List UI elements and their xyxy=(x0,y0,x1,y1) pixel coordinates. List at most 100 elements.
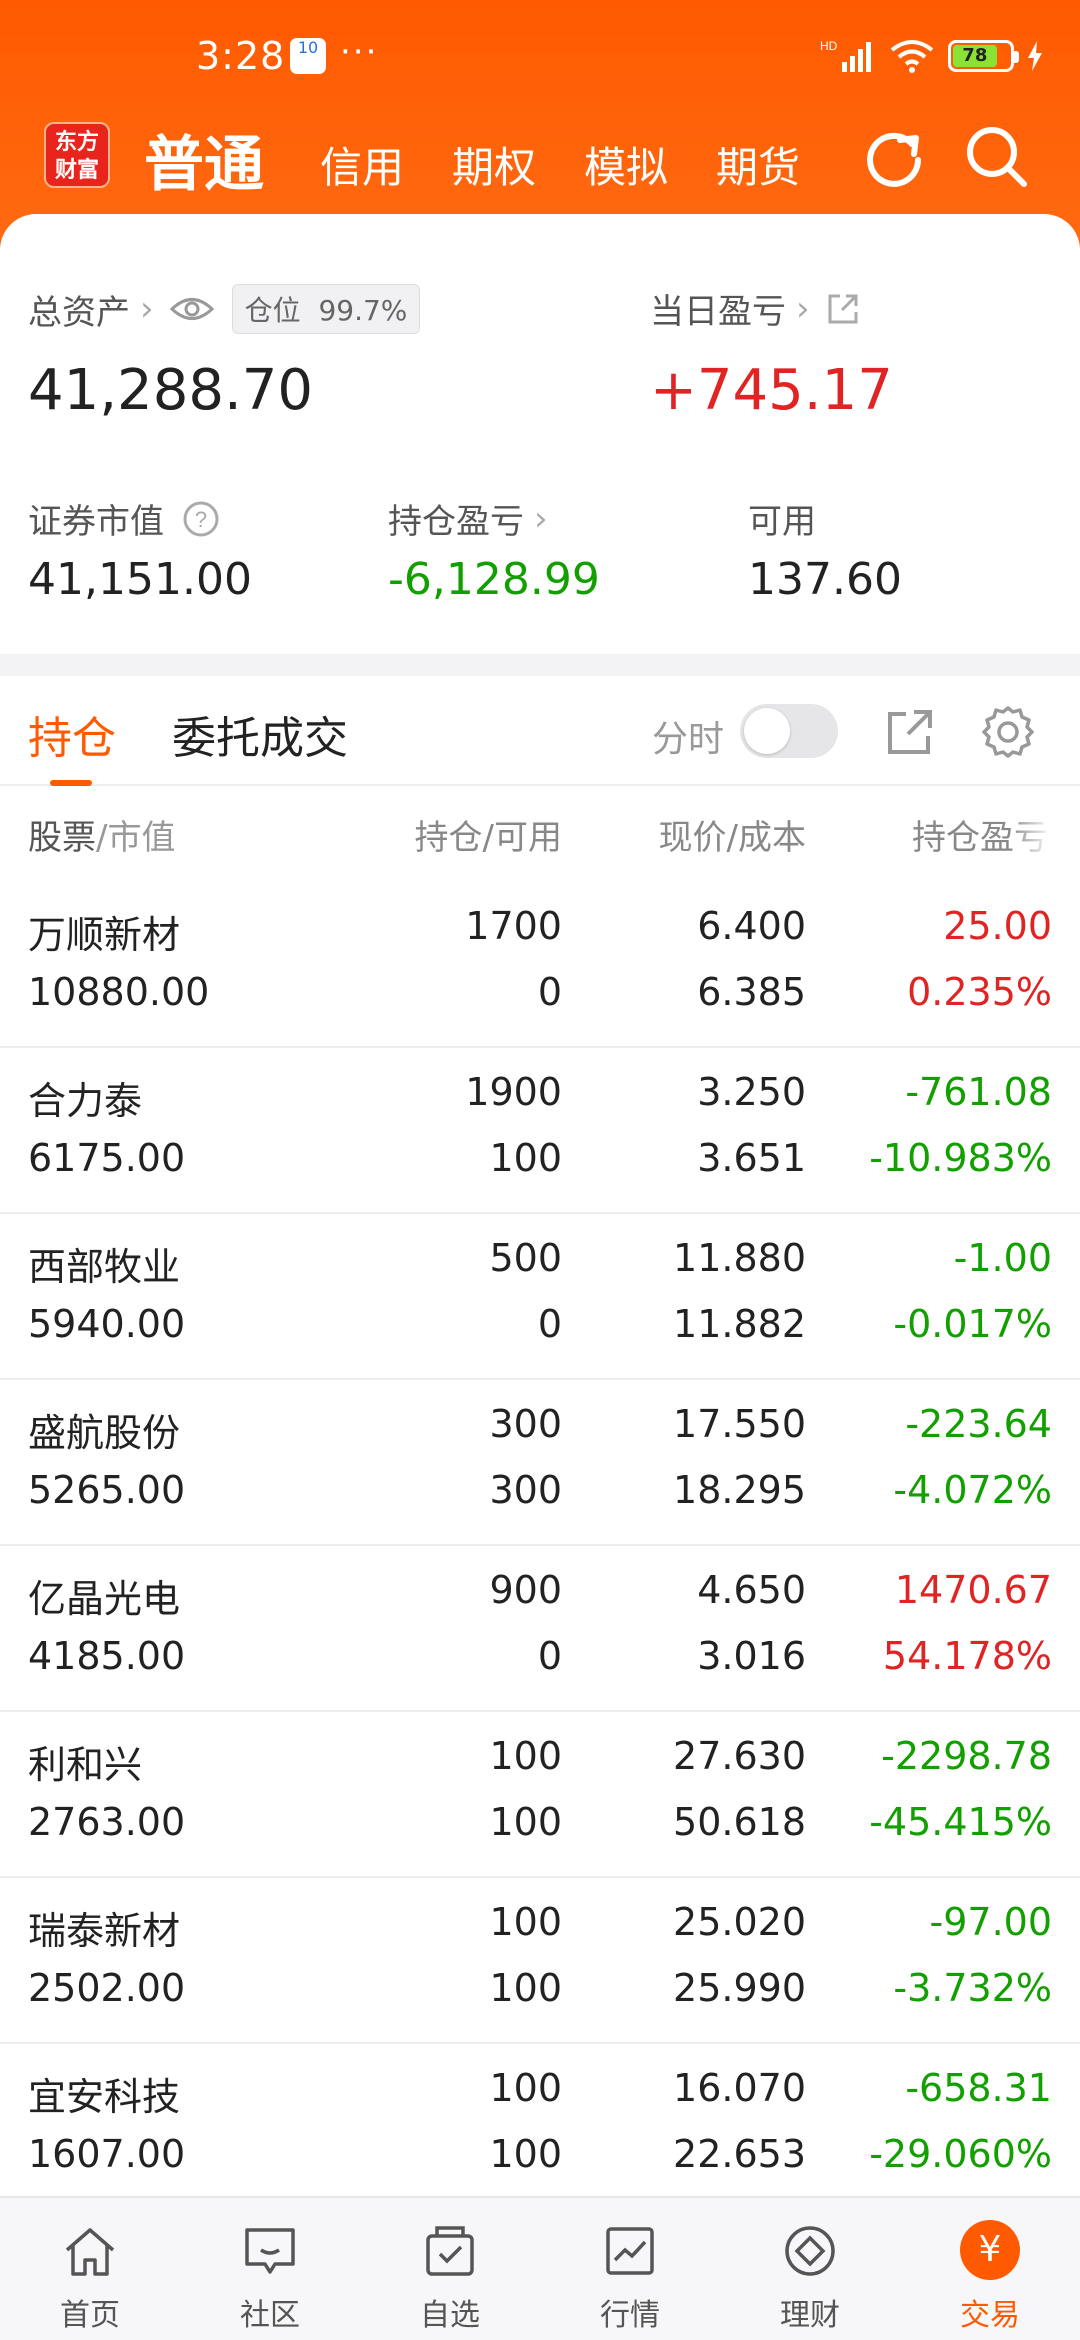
status-time: 3:28 xyxy=(196,34,286,78)
table-row[interactable]: 亿晶光电 4185.00 900 0 4.650 3.016 1470.67 54.178% xyxy=(0,1546,1080,1712)
stock-market-value: 2763.00 xyxy=(28,1800,186,1844)
col-price-cost: 现价/成本 xyxy=(658,818,806,858)
total-assets-value: 41,288.70 xyxy=(28,358,314,423)
table-row[interactable]: 合力泰 6175.00 1900 100 3.250 3.651 -761.08 -10.98… xyxy=(0,1048,1080,1214)
stock-pl: -97.00 xyxy=(929,1900,1053,1944)
account-type-nav: 东方 财富 普通 信用 期权 模拟 期货 xyxy=(0,110,1080,210)
stock-pl-percent: 54.178% xyxy=(882,1634,1052,1678)
stock-cost: 6.385 xyxy=(697,970,806,1014)
stock-position: 100 xyxy=(489,1900,562,1944)
nav-wealth-label: 理财 xyxy=(780,2298,840,2333)
stock-pl-percent: -0.017% xyxy=(893,1302,1052,1346)
stock-price: 27.630 xyxy=(673,1734,806,1778)
stock-market-value: 1607.00 xyxy=(28,2132,186,2176)
holding-pl-label: 持仓盈亏 xyxy=(388,502,524,542)
daily-pl-label-row[interactable]: 当日盈亏 › xyxy=(650,284,860,333)
holdings-rows: 万顺新材 10880.00 1700 0 6.400 6.385 25.00 0.235% 合力… xyxy=(0,882,1080,2196)
nav-trade[interactable]: ¥ 交易 xyxy=(900,2198,1080,2340)
chevron-right-icon: › xyxy=(796,288,810,329)
external-link-icon[interactable] xyxy=(826,292,860,326)
stock-price: 11.880 xyxy=(673,1236,806,1280)
stock-market-value: 5265.00 xyxy=(28,1468,186,1512)
search-icon[interactable] xyxy=(962,122,1032,192)
stock-pl: 25.00 xyxy=(943,904,1052,948)
battery-icon: 78 xyxy=(948,40,1019,72)
bottom-nav: 首页 社区 自选 行情 理财 ¥ 交易 xyxy=(0,2196,1080,2340)
nav-community[interactable]: 社区 xyxy=(180,2198,360,2340)
help-icon[interactable]: ? xyxy=(182,500,220,538)
position-label: 仓位 xyxy=(244,294,301,327)
col-holding-pl: 持仓盈亏 xyxy=(912,818,1048,858)
nav-watchlist-label: 自选 xyxy=(420,2298,480,2333)
tab-holdings[interactable]: 持仓 xyxy=(28,702,116,766)
holding-pl-label-row[interactable]: 持仓盈亏 › xyxy=(388,494,548,543)
total-assets-label: 总资产 xyxy=(28,292,130,333)
stock-pl: -761.08 xyxy=(905,1070,1052,1114)
stock-cost: 11.882 xyxy=(673,1302,806,1346)
nav-trade-label: 交易 xyxy=(960,2298,1020,2333)
market-value: 41,151.00 xyxy=(28,554,252,605)
watchlist-icon xyxy=(426,2226,474,2276)
tab-orders-trades[interactable]: 委托成交 xyxy=(172,702,348,766)
chevron-right-icon: › xyxy=(140,289,154,329)
table-row[interactable]: 西部牧业 5940.00 500 0 11.880 11.882 -1.00 -0.017% xyxy=(0,1214,1080,1380)
table-row[interactable]: 万顺新材 10880.00 1700 0 6.400 6.385 25.00 0.235% xyxy=(0,882,1080,1048)
refresh-icon[interactable] xyxy=(860,122,930,192)
stock-cost: 25.990 xyxy=(673,1966,806,2010)
stock-pl-percent: -3.732% xyxy=(893,1966,1052,2010)
position-ratio-badge: 仓位 99.7% xyxy=(231,284,421,334)
svg-text:HD: HD xyxy=(820,39,838,53)
nav-wealth[interactable]: 理财 xyxy=(720,2198,900,2340)
asset-summary-card: 总资产 › 仓位 99.7% 41,288.70 当日盈亏 › +745.17 … xyxy=(0,214,1080,654)
app-logo: 东方 财富 xyxy=(44,122,110,188)
stock-pl: 1470.67 xyxy=(894,1568,1052,1612)
total-assets-label-row[interactable]: 总资产 › 仓位 99.7% xyxy=(28,284,421,334)
toggle-knob xyxy=(744,708,790,754)
stock-available: 100 xyxy=(489,1966,562,2010)
tab-regular[interactable]: 普通 xyxy=(144,116,264,203)
stock-name: 亿晶光电 xyxy=(28,1577,181,1621)
stock-name: 宜安科技 xyxy=(28,2075,181,2119)
stock-cost: 22.653 xyxy=(673,2132,806,2176)
charging-icon xyxy=(1028,41,1042,71)
chart-icon xyxy=(606,2227,654,2275)
chat-icon xyxy=(245,2228,295,2274)
gear-icon[interactable] xyxy=(980,704,1036,760)
nav-home[interactable]: 首页 xyxy=(0,2198,180,2340)
stock-cost: 3.016 xyxy=(697,1634,806,1678)
intraday-label: 分时 xyxy=(652,719,725,760)
nav-market[interactable]: 行情 xyxy=(540,2198,720,2340)
table-row[interactable]: 利和兴 2763.00 100 100 27.630 50.618 -2298.78 -45.… xyxy=(0,1712,1080,1878)
stock-cost: 3.651 xyxy=(697,1136,806,1180)
table-row[interactable]: 瑞泰新材 2502.00 100 100 25.020 25.990 -97.00 -3.73… xyxy=(0,1878,1080,2044)
intraday-toggle[interactable] xyxy=(740,704,838,758)
stock-available: 300 xyxy=(489,1468,562,1512)
stock-name: 西部牧业 xyxy=(28,1245,181,1289)
tab-credit[interactable]: 信用 xyxy=(320,134,404,195)
nav-community-label: 社区 xyxy=(240,2298,300,2333)
table-row[interactable]: 宜安科技 1607.00 100 100 16.070 22.653 -658.31 -29.… xyxy=(0,2044,1080,2196)
stock-available: 0 xyxy=(537,1634,562,1678)
status-indicators: HD 78 xyxy=(820,38,1044,74)
wealth-icon xyxy=(785,2226,835,2276)
status-bar: 3:28 10 ··· HD 78 xyxy=(0,30,1080,90)
share-icon[interactable] xyxy=(884,706,936,758)
nav-watchlist[interactable]: 自选 xyxy=(360,2198,540,2340)
available-label: 可用 xyxy=(748,502,816,542)
stock-available: 100 xyxy=(489,1136,562,1180)
tab-simulation[interactable]: 模拟 xyxy=(584,134,668,195)
stock-available: 100 xyxy=(489,1800,562,1844)
wifi-icon xyxy=(890,40,934,73)
stock-name: 合力泰 xyxy=(28,1079,143,1123)
stock-price: 4.650 xyxy=(697,1568,806,1612)
nav-home-label: 首页 xyxy=(60,2298,120,2333)
stock-available: 0 xyxy=(537,970,562,1014)
tab-futures[interactable]: 期货 xyxy=(716,134,800,195)
eye-icon[interactable] xyxy=(169,294,214,324)
stock-pl-percent: -29.060% xyxy=(869,2132,1052,2176)
tab-options[interactable]: 期权 xyxy=(452,134,536,195)
stock-pl: -1.00 xyxy=(953,1236,1052,1280)
nav-market-label: 行情 xyxy=(600,2298,660,2333)
stock-available: 100 xyxy=(489,2132,562,2176)
table-row[interactable]: 盛航股份 5265.00 300 300 17.550 18.295 -223.64 -4.0… xyxy=(0,1380,1080,1546)
